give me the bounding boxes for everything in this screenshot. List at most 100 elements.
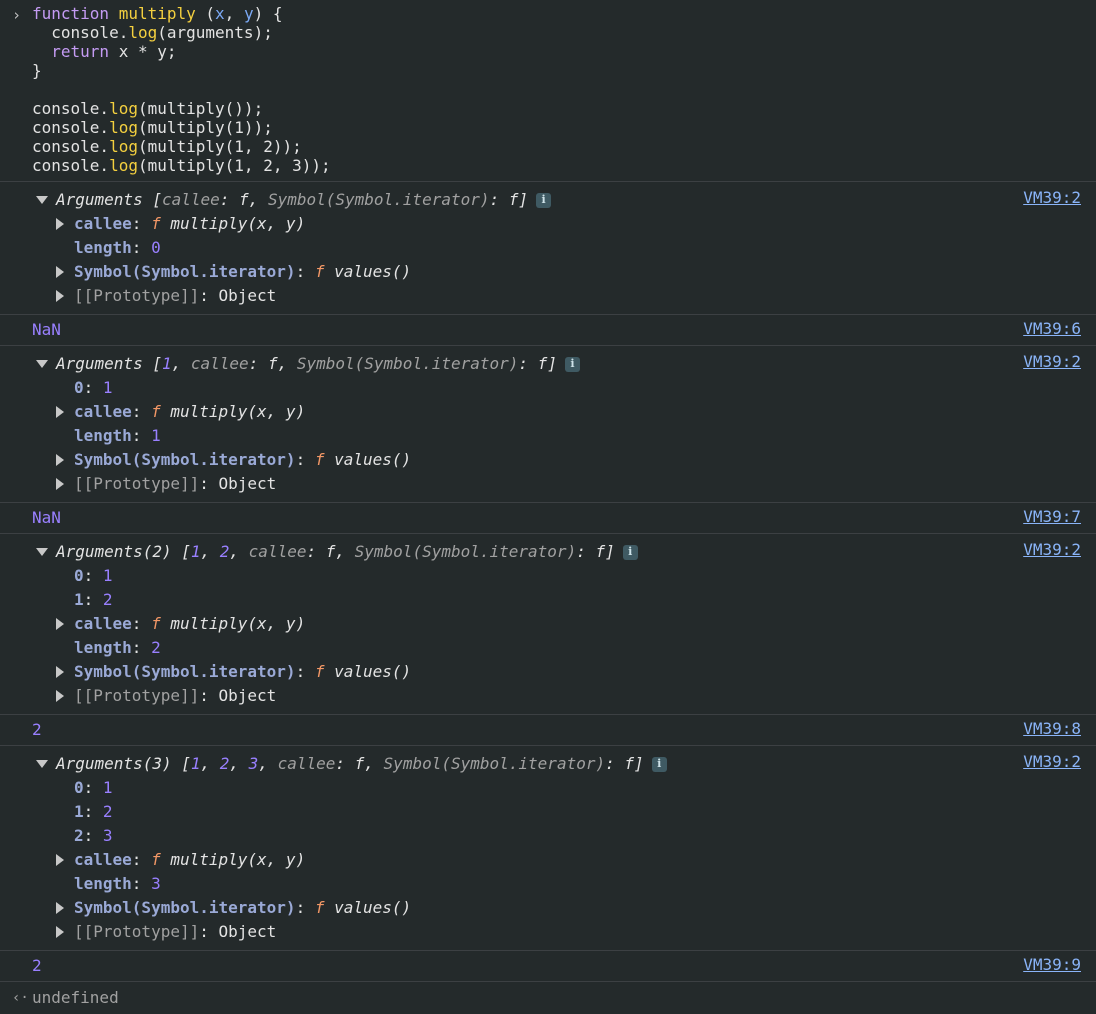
property-key: length: [74, 874, 132, 893]
iterator-property[interactable]: Symbol(Symbol.iterator): f values(): [0, 660, 1096, 684]
property-key: length: [74, 238, 132, 257]
code-token: ) {: [253, 4, 283, 23]
property-key: [[Prototype]]: [74, 474, 200, 493]
collapse-arrow-icon[interactable]: [56, 854, 64, 866]
prototype-property[interactable]: [[Prototype]]: Object: [0, 920, 1096, 944]
log-message-arguments: VM39:2 Arguments [1, callee: f, Symbol(Sy…: [0, 346, 1096, 503]
code-token: log: [128, 23, 158, 42]
object-preview-header[interactable]: Arguments [1, callee: f, Symbol(Symbol.i…: [0, 352, 1096, 376]
source-link[interactable]: VM39:6: [1023, 319, 1081, 338]
preview-key: callee: [248, 542, 307, 561]
source-link[interactable]: VM39:8: [1023, 719, 1081, 738]
expand-arrow-icon[interactable]: [36, 548, 48, 556]
collapse-arrow-icon[interactable]: [56, 218, 64, 230]
log-message-arguments: VM39:2 Arguments(3) [1, 2, 3, callee: f, …: [0, 746, 1096, 951]
info-icon[interactable]: i: [622, 544, 638, 560]
collapse-arrow-icon[interactable]: [56, 926, 64, 938]
property-key: 1: [74, 590, 84, 609]
colon: :: [131, 850, 152, 869]
function-signature: values(): [324, 262, 412, 281]
index-property: 1: 2: [0, 588, 1096, 612]
object-class-name: Arguments: [56, 354, 143, 373]
log-value: 2: [32, 720, 42, 739]
function-signature: multiply(x, y): [160, 402, 306, 421]
property-value: 2: [151, 638, 161, 657]
callee-property[interactable]: callee: f multiply(x, y): [0, 848, 1096, 872]
colon: :: [199, 474, 219, 493]
prototype-property[interactable]: [[Prototype]]: Object: [0, 284, 1096, 308]
code-block[interactable]: function multiply (x, y) { console.log(a…: [32, 4, 1096, 175]
callee-property[interactable]: callee: f multiply(x, y): [0, 400, 1096, 424]
info-icon[interactable]: i: [564, 356, 580, 372]
object-preview-header[interactable]: Arguments(2) [1, 2, callee: f, Symbol(Sy…: [0, 540, 1096, 564]
property-value: 1: [102, 778, 113, 797]
collapse-arrow-icon[interactable]: [56, 290, 64, 302]
property-value: 3: [102, 826, 113, 845]
expand-arrow-icon[interactable]: [36, 196, 48, 204]
info-icon[interactable]: i: [651, 756, 667, 772]
preview-punct: ,: [229, 754, 249, 773]
colon: :: [199, 686, 219, 705]
collapse-arrow-icon[interactable]: [56, 266, 64, 278]
source-link[interactable]: VM39:7: [1023, 507, 1081, 526]
colon: :: [295, 450, 315, 469]
collapse-arrow-icon[interactable]: [56, 478, 64, 490]
log-message-arguments: VM39:2 Arguments(2) [1, 2, callee: f, Sym…: [0, 534, 1096, 715]
prototype-property[interactable]: [[Prototype]]: Object: [0, 472, 1096, 496]
source-link[interactable]: VM39:2: [1023, 752, 1081, 771]
code-line: console.log(multiply(1, 2));: [32, 137, 1096, 156]
info-icon[interactable]: i: [536, 192, 552, 208]
code-token: return: [51, 42, 110, 61]
callee-property[interactable]: callee: f multiply(x, y): [0, 612, 1096, 636]
colon: :: [83, 778, 103, 797]
iterator-property[interactable]: Symbol(Symbol.iterator): f values(): [0, 448, 1096, 472]
prototype-property[interactable]: [[Prototype]]: Object: [0, 684, 1096, 708]
function-glyph: f: [314, 662, 325, 681]
expand-arrow-icon[interactable]: [36, 360, 48, 368]
colon: :: [83, 378, 103, 397]
source-link[interactable]: VM39:2: [1023, 352, 1081, 371]
preview-val: f: [595, 542, 606, 561]
code-token: log: [109, 137, 138, 156]
code-token: log: [109, 156, 138, 175]
source-link[interactable]: VM39:2: [1023, 188, 1081, 207]
object-preview-header[interactable]: Arguments(3) [1, 2, 3, callee: f, Symbol…: [0, 752, 1096, 776]
colon: :: [295, 262, 315, 281]
iterator-property[interactable]: Symbol(Symbol.iterator): f values(): [0, 260, 1096, 284]
iterator-property[interactable]: Symbol(Symbol.iterator): f values(): [0, 896, 1096, 920]
length-property: length: 3: [0, 872, 1096, 896]
preview-punct: ,: [258, 754, 278, 773]
object-preview-header[interactable]: Arguments [callee: f, Symbol(Symbol.iter…: [0, 188, 1096, 212]
preview-key: callee: [161, 190, 220, 209]
collapse-arrow-icon[interactable]: [56, 454, 64, 466]
colon: :: [131, 214, 152, 233]
collapse-arrow-icon[interactable]: [56, 690, 64, 702]
object-class-name: Arguments(3): [56, 754, 172, 773]
code-line: function multiply (x, y) {: [32, 4, 1096, 23]
length-property: length: 1: [0, 424, 1096, 448]
code-token: log: [109, 99, 138, 118]
callee-property[interactable]: callee: f multiply(x, y): [0, 212, 1096, 236]
property-key: 0: [74, 778, 84, 797]
function-signature: multiply(x, y): [160, 850, 306, 869]
collapse-arrow-icon[interactable]: [56, 406, 64, 418]
console-messages: VM39:2 Arguments [callee: f, Symbol(Symbo…: [0, 182, 1096, 982]
source-link[interactable]: VM39:9: [1023, 955, 1081, 974]
devtools-console: › function multiply (x, y) { console.log…: [0, 0, 1096, 1014]
collapse-arrow-icon[interactable]: [56, 902, 64, 914]
code-line: console.log(arguments);: [32, 23, 1096, 42]
code-token: (multiply(1));: [137, 118, 273, 137]
preview-val: f: [325, 542, 336, 561]
preview-key: callee: [190, 354, 249, 373]
preview-punct: [: [171, 754, 191, 773]
function-signature: multiply(x, y): [160, 614, 306, 633]
source-link[interactable]: VM39:2: [1023, 540, 1081, 559]
function-signature: values(): [324, 662, 412, 681]
property-key: [[Prototype]]: [74, 686, 200, 705]
code-token: function: [32, 4, 119, 23]
collapse-arrow-icon[interactable]: [56, 666, 64, 678]
code-token: }: [32, 61, 42, 80]
preview-punct: ,: [277, 354, 297, 373]
collapse-arrow-icon[interactable]: [56, 618, 64, 630]
expand-arrow-icon[interactable]: [36, 760, 48, 768]
